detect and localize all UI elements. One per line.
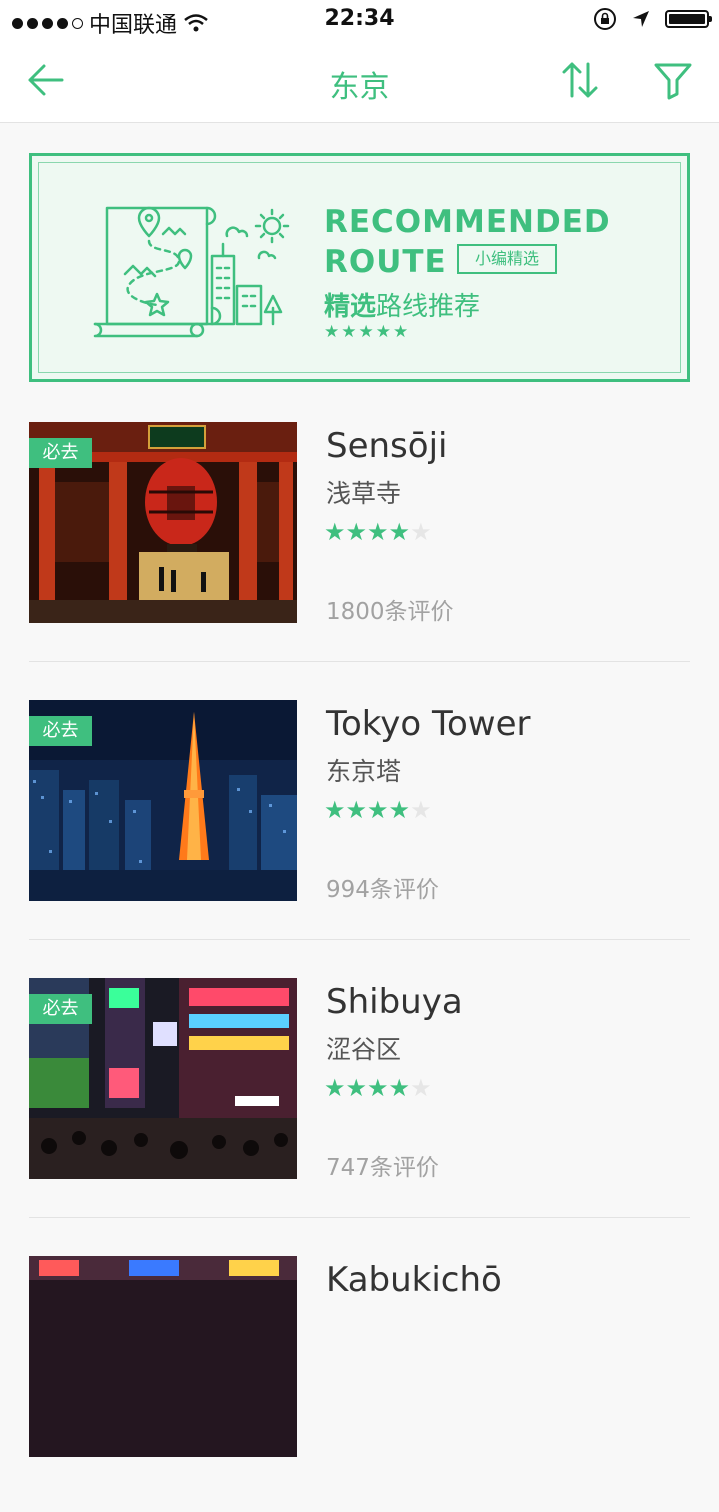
status-right (593, 7, 712, 31)
list-item[interactable]: 必去 Sensōji 浅草寺 ★★★★★ 1800条评价 (0, 400, 719, 678)
list-item[interactable]: 必去 Shibuya 涩谷区 ★★★★★ 747条评价 (0, 956, 719, 1234)
star-icon: ★ (388, 796, 411, 824)
star-icon: ★ (367, 796, 389, 824)
editor-pick-tag: 小编精选 (457, 244, 557, 274)
review-count: 1800条评价 (326, 599, 454, 625)
star-icon: ★ (324, 796, 346, 824)
star-icon: ★ (388, 1074, 411, 1102)
divider (29, 661, 690, 662)
place-name: Kabukichō (326, 1260, 502, 1300)
star-empty-icon: ★ (410, 518, 432, 546)
sensoji-photo: 必去 (29, 422, 297, 623)
nav-bar: 东京 (0, 40, 719, 123)
battery-icon (665, 10, 712, 28)
place-name: Tokyo Tower (326, 704, 531, 744)
star-icon: ★ (345, 518, 368, 546)
star-empty-icon: ★ (410, 1074, 432, 1102)
banner-stars: ★★★★★ (324, 322, 411, 342)
place-name: Sensōji (326, 426, 448, 466)
rating-stars: ★★★★★ (324, 518, 432, 546)
star-icon: ★ (388, 518, 411, 546)
list-item[interactable]: 必去 Tokyo Tower 东京塔 ★★★★★ 994条评价 (0, 678, 719, 956)
divider (29, 1217, 690, 1218)
star-icon: ★ (345, 796, 368, 824)
must-visit-badge: 必去 (29, 716, 92, 746)
divider (29, 939, 690, 940)
banner-chinese-title: 精选路线推荐 (324, 292, 481, 322)
star-icon: ★ (367, 1074, 389, 1102)
filter-button[interactable] (651, 58, 695, 102)
star-icon: ★ (367, 518, 389, 546)
location-arrow-icon (633, 11, 649, 27)
must-visit-badge: 必去 (29, 994, 92, 1024)
must-visit-badge: 必去 (29, 438, 92, 468)
review-count: 747条评价 (326, 1155, 439, 1181)
status-bar: 中国联通 22:34 (0, 0, 719, 40)
star-empty-icon: ★ (410, 796, 432, 824)
place-chinese-name: 浅草寺 (326, 479, 402, 508)
filter-icon (654, 63, 692, 100)
star-icon: ★ (324, 518, 346, 546)
star-icon: ★ (345, 1074, 368, 1102)
shibuya-photo: 必去 (29, 978, 297, 1179)
star-icon: ★ (324, 1074, 346, 1102)
recommended-route-banner[interactable]: RECOMMENDED ROUTE 小编精选 精选路线推荐 ★★★★★ (29, 153, 690, 382)
sort-button[interactable] (558, 58, 602, 102)
rotation-lock-icon (594, 8, 616, 30)
review-count: 994条评价 (326, 877, 439, 903)
place-name: Shibuya (326, 982, 463, 1022)
place-chinese-name: 东京塔 (326, 757, 402, 786)
kabukicho-photo (29, 1256, 297, 1457)
page-title: 东京 (329, 70, 390, 105)
rating-stars: ★★★★★ (324, 1074, 432, 1102)
list-item[interactable]: Kabukichō (0, 1234, 719, 1512)
route-map-illustration-icon (93, 206, 290, 338)
rating-stars: ★★★★★ (324, 796, 432, 824)
sort-icon (562, 62, 598, 98)
attraction-list: 必去 Sensōji 浅草寺 ★★★★★ 1800条评价 必去 Tokyo To… (0, 400, 719, 1512)
tokyo-tower-photo: 必去 (29, 700, 297, 901)
place-chinese-name: 涩谷区 (326, 1035, 402, 1064)
